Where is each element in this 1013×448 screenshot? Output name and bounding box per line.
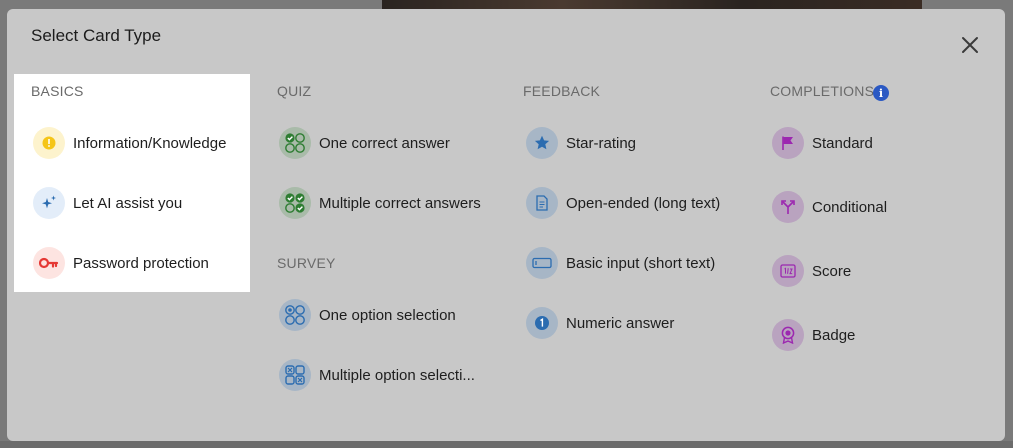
key-icon — [33, 247, 65, 279]
card-type-one-option[interactable]: One option selection — [279, 299, 456, 331]
dialog-title: Select Card Type — [31, 26, 162, 45]
item-label: Basic input (short text) — [566, 254, 716, 272]
info-icon — [33, 127, 65, 159]
badge-icon — [772, 319, 804, 351]
survey-heading: SURVEY — [277, 255, 336, 271]
score-icon — [772, 255, 804, 287]
card-type-basic-input[interactable]: Basic input (short text) — [526, 247, 715, 279]
card-type-ai-assist[interactable]: Let AI assist you — [33, 187, 182, 219]
background-strip — [0, 441, 1013, 448]
card-type-information[interactable]: Information/Knowledge — [33, 127, 226, 159]
item-label: Conditional — [812, 198, 888, 216]
number-one-icon — [526, 307, 558, 339]
card-type-one-correct[interactable]: One correct answer — [279, 127, 450, 159]
card-type-multiple-option[interactable]: Multiple option selecti... — [279, 359, 475, 391]
item-label: Multiple option selecti... — [319, 366, 475, 384]
card-type-conditional[interactable]: Conditional — [772, 191, 887, 223]
item-label: One correct answer — [319, 134, 450, 152]
multi-check-grid-icon — [279, 187, 311, 219]
multi-option-grid-icon — [279, 359, 311, 391]
one-check-grid-icon — [279, 127, 311, 159]
option-grid-icon — [279, 299, 311, 331]
info-icon[interactable]: i — [873, 85, 889, 101]
flag-icon — [772, 127, 804, 159]
item-label: Multiple correct answers — [319, 194, 481, 212]
item-label: Numeric answer — [566, 314, 675, 332]
select-card-type-dialog: Select Card Type BASICS Information/Know… — [7, 9, 1005, 441]
item-label: Star-rating — [566, 134, 637, 152]
star-icon — [526, 127, 558, 159]
card-type-open-ended[interactable]: Open-ended (long text) — [526, 187, 720, 219]
card-type-numeric[interactable]: Numeric answer — [526, 307, 674, 339]
item-label: Information/Knowledge — [73, 134, 227, 152]
card-type-multiple-correct[interactable]: Multiple correct answers — [279, 187, 481, 219]
card-type-badge[interactable]: Badge — [772, 319, 855, 351]
card-type-star-rating[interactable]: Star-rating — [526, 127, 636, 159]
completions-heading: COMPLETIONS — [770, 83, 875, 99]
document-icon — [526, 187, 558, 219]
feedback-heading: FEEDBACK — [523, 83, 601, 99]
item-label: Let AI assist you — [73, 194, 183, 212]
card-type-standard[interactable]: Standard — [772, 127, 873, 159]
card-type-password[interactable]: Password protection — [33, 247, 209, 279]
item-label: Password protection — [73, 254, 209, 272]
basics-section: BASICS Information/Knowledge Let AI assi… — [14, 74, 250, 292]
quiz-heading: QUIZ — [277, 83, 312, 99]
item-label: One option selection — [319, 306, 456, 324]
item-label: Badge — [812, 326, 856, 344]
close-icon — [962, 37, 978, 53]
item-label: Open-ended (long text) — [566, 194, 721, 212]
card-type-score[interactable]: Score — [772, 255, 851, 287]
input-box-icon — [526, 247, 558, 279]
sparkle-icon — [33, 187, 65, 219]
item-label: Score — [812, 262, 852, 280]
item-label: Standard — [812, 134, 873, 152]
split-arrow-icon — [772, 191, 804, 223]
close-button[interactable] — [957, 33, 983, 57]
basics-heading: BASICS — [31, 83, 84, 99]
